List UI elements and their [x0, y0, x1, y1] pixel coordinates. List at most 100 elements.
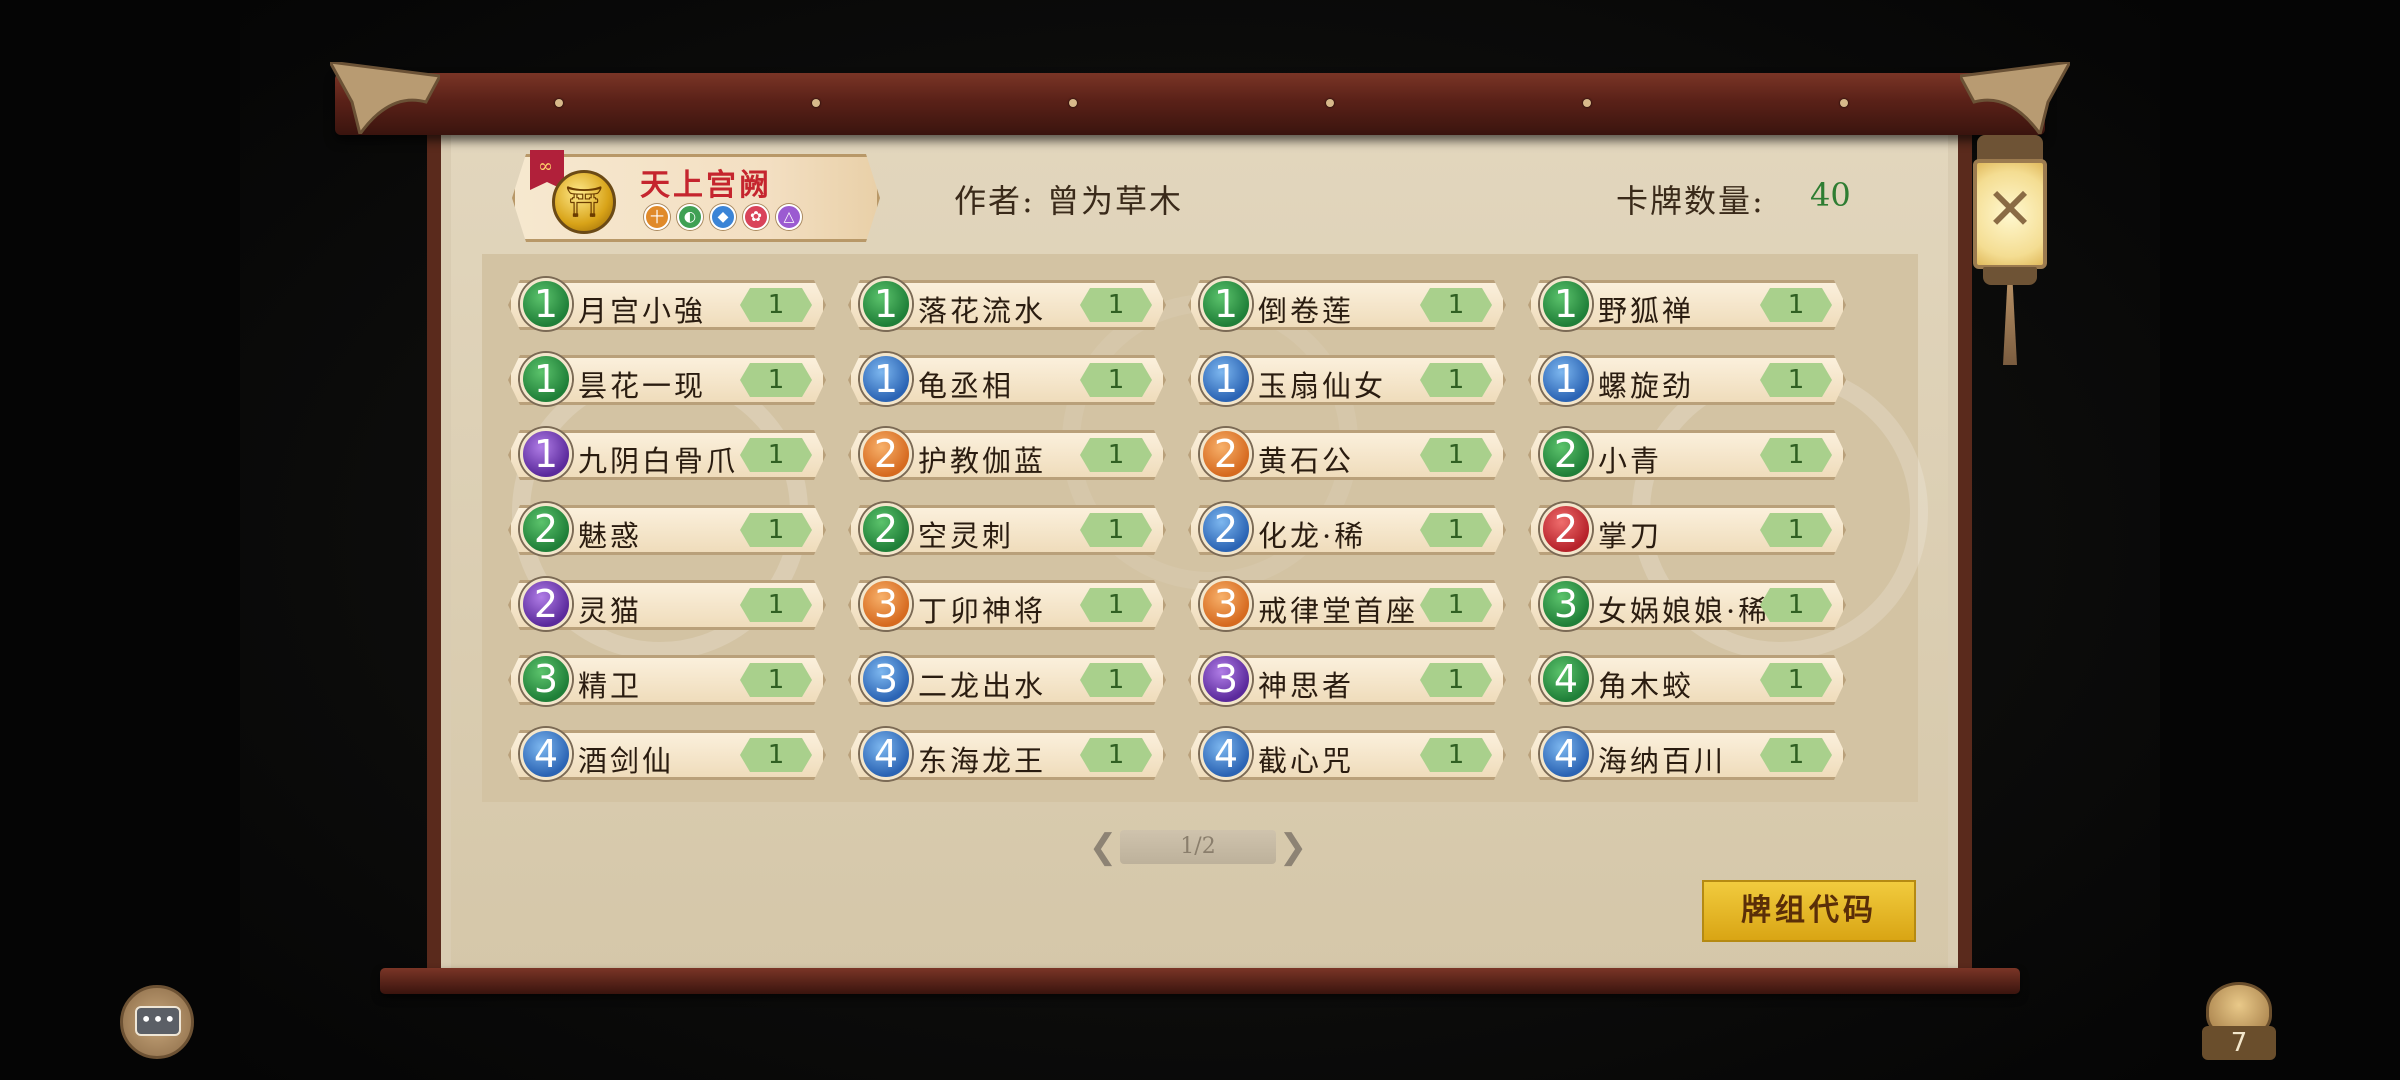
card-item[interactable]: 3 二龙出水 1: [848, 653, 1166, 705]
card-quantity: 1: [1760, 663, 1832, 697]
card-name: 酒剑仙: [578, 744, 675, 778]
card-quantity: 1: [1420, 363, 1492, 397]
card-name: 戒律堂首座: [1258, 594, 1419, 628]
page-indicator: 1/2: [1180, 834, 1216, 859]
card-item[interactable]: 1 玉扇仙女 1: [1188, 353, 1506, 405]
card-name: 昙花一现: [578, 369, 707, 403]
card-cost-badge: 1: [520, 353, 572, 405]
card-quantity: 1: [1080, 738, 1152, 772]
rod-cap-left-icon: [327, 60, 443, 138]
card-name: 黄石公: [1258, 444, 1355, 478]
card-quantity: 1: [1080, 288, 1152, 322]
rod-cap-right-icon: [1957, 60, 2073, 138]
card-name: 女娲娘娘·稀: [1598, 594, 1771, 628]
card-quantity: 1: [1080, 663, 1152, 697]
card-item[interactable]: 4 海纳百川 1: [1528, 728, 1846, 780]
scroll-bottom-rod: [380, 968, 2020, 994]
card-cost-badge: 1: [860, 278, 912, 330]
card-item[interactable]: 1 螺旋劲 1: [1528, 353, 1846, 405]
deck-badge: ∞ ⛩ 天上宫阙 十 ◐ ◆ ✿ △: [512, 150, 874, 238]
card-item[interactable]: 3 女娲娘娘·稀 1: [1528, 578, 1846, 630]
card-name: 野狐禅: [1598, 294, 1695, 328]
card-quantity: 1: [1760, 288, 1832, 322]
card-item[interactable]: 4 角木蛟 1: [1528, 653, 1846, 705]
card-item[interactable]: 1 龟丞相 1: [848, 353, 1166, 405]
card-cost-badge: 4: [1540, 728, 1592, 780]
card-quantity: 1: [1080, 438, 1152, 472]
card-item[interactable]: 1 倒卷莲 1: [1188, 278, 1506, 330]
card-cost-badge: 4: [1540, 653, 1592, 705]
deck-name: 天上宫阙: [640, 168, 772, 203]
card-item[interactable]: 3 丁卯神将 1: [848, 578, 1166, 630]
metal-icon: △: [776, 204, 802, 230]
card-cost-badge: 1: [520, 278, 572, 330]
card-item[interactable]: 4 东海龙王 1: [848, 728, 1166, 780]
card-item[interactable]: 1 九阴白骨爪 1: [508, 428, 826, 480]
card-name: 螺旋劲: [1598, 369, 1695, 403]
card-quantity: 1: [740, 288, 812, 322]
card-name: 东海龙王: [918, 744, 1047, 778]
card-cost-badge: 4: [1200, 728, 1252, 780]
card-cost-badge: 1: [1540, 278, 1592, 330]
close-icon[interactable]: ✕: [1977, 175, 2043, 243]
card-cost-badge: 2: [860, 428, 912, 480]
card-name: 九阴白骨爪: [578, 444, 739, 478]
card-name: 神思者: [1258, 669, 1355, 703]
card-cost-badge: 4: [520, 728, 572, 780]
card-quantity: 1: [740, 438, 812, 472]
card-name: 倒卷莲: [1258, 294, 1355, 328]
card-item[interactable]: 1 野狐禅 1: [1528, 278, 1846, 330]
wood-icon: ◐: [677, 204, 703, 230]
chat-button[interactable]: •••: [120, 985, 194, 1059]
card-quantity: 1: [1420, 288, 1492, 322]
card-item[interactable]: 3 神思者 1: [1188, 653, 1506, 705]
card-cost-badge: 1: [1200, 278, 1252, 330]
card-item[interactable]: 3 精卫 1: [508, 653, 826, 705]
card-count-value: 40: [1810, 176, 1851, 214]
card-name: 魅惑: [578, 519, 643, 553]
card-cost-badge: 2: [1200, 428, 1252, 480]
card-quantity: 1: [1760, 588, 1832, 622]
card-cost-badge: 2: [1200, 503, 1252, 555]
bag-count: 7: [2202, 1026, 2276, 1060]
pager: ❮ ❯ 1/2: [1080, 820, 1316, 874]
card-name: 截心咒: [1258, 744, 1355, 778]
card-name: 精卫: [578, 669, 643, 703]
card-name: 护教伽蓝: [918, 444, 1047, 478]
card-item[interactable]: 2 空灵刺 1: [848, 503, 1166, 555]
card-item[interactable]: 4 截心咒 1: [1188, 728, 1506, 780]
card-item[interactable]: 2 护教伽蓝 1: [848, 428, 1166, 480]
card-quantity: 1: [1760, 513, 1832, 547]
scroll-top-rod: [335, 73, 2045, 135]
card-item[interactable]: 3 戒律堂首座 1: [1188, 578, 1506, 630]
card-item[interactable]: 2 小青 1: [1528, 428, 1846, 480]
card-quantity: 1: [740, 663, 812, 697]
card-cost-badge: 3: [860, 578, 912, 630]
card-item[interactable]: 2 掌刀 1: [1528, 503, 1846, 555]
card-name: 落花流水: [918, 294, 1047, 328]
card-cost-badge: 3: [1200, 653, 1252, 705]
card-item[interactable]: 2 灵猫 1: [508, 578, 826, 630]
card-quantity: 1: [1420, 438, 1492, 472]
card-name: 空灵刺: [918, 519, 1015, 553]
card-item[interactable]: 1 月宫小強 1: [508, 278, 826, 330]
author-label: 作者: 曾为草木: [954, 182, 1183, 220]
card-quantity: 1: [1420, 663, 1492, 697]
card-item[interactable]: 2 化龙·稀 1: [1188, 503, 1506, 555]
card-cost-badge: 1: [520, 428, 572, 480]
card-item[interactable]: 1 昙花一现 1: [508, 353, 826, 405]
element-icons: 十 ◐ ◆ ✿ △: [644, 204, 802, 230]
deck-code-button[interactable]: 牌组代码: [1702, 880, 1916, 942]
card-quantity: 1: [1420, 513, 1492, 547]
card-item[interactable]: 4 酒剑仙 1: [508, 728, 826, 780]
inventory-bag-button[interactable]: 7: [2200, 982, 2278, 1062]
close-button[interactable]: ✕: [1965, 135, 2055, 370]
card-item[interactable]: 1 落花流水 1: [848, 278, 1166, 330]
card-name: 海纳百川: [1598, 744, 1727, 778]
earth-icon: 十: [644, 204, 670, 230]
card-quantity: 1: [1420, 738, 1492, 772]
card-item[interactable]: 2 魅惑 1: [508, 503, 826, 555]
card-quantity: 1: [740, 588, 812, 622]
card-item[interactable]: 2 黄石公 1: [1188, 428, 1506, 480]
palace-emblem-icon: ⛩: [552, 170, 616, 234]
